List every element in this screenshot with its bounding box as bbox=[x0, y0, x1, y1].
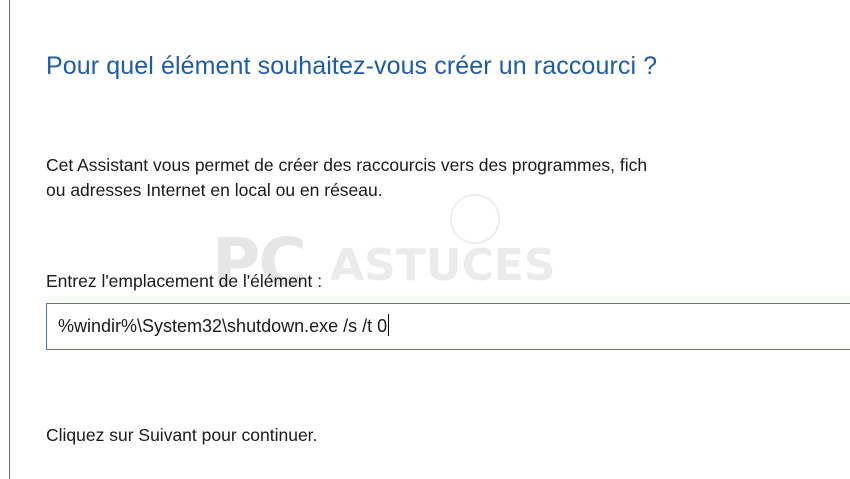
page-title: Pour quel élément souhaitez-vous créer u… bbox=[46, 52, 658, 80]
description-line-1: Cet Assistant vous permet de créer des r… bbox=[46, 155, 648, 175]
description-text: Cet Assistant vous permet de créer des r… bbox=[46, 153, 647, 203]
description-line-2: ou adresses Internet en local ou en rése… bbox=[46, 180, 383, 200]
create-shortcut-wizard: Pour quel élément souhaitez-vous créer u… bbox=[0, 0, 850, 479]
footer-instruction: Cliquez sur Suivant pour continuer. bbox=[46, 425, 318, 445]
location-input[interactable]: %windir%\System32\shutdown.exe /s /t 0 bbox=[46, 303, 850, 350]
location-input-text: %windir%\System32\shutdown.exe /s /t 0 bbox=[58, 316, 388, 336]
watermark-brand-astuces: ASTUCES bbox=[330, 240, 556, 291]
window-left-border bbox=[9, 0, 10, 479]
location-input-value[interactable]: %windir%\System32\shutdown.exe /s /t 0 bbox=[58, 314, 390, 337]
text-caret bbox=[388, 314, 390, 336]
location-label: Entrez l'emplacement de l'élément : bbox=[46, 271, 323, 291]
